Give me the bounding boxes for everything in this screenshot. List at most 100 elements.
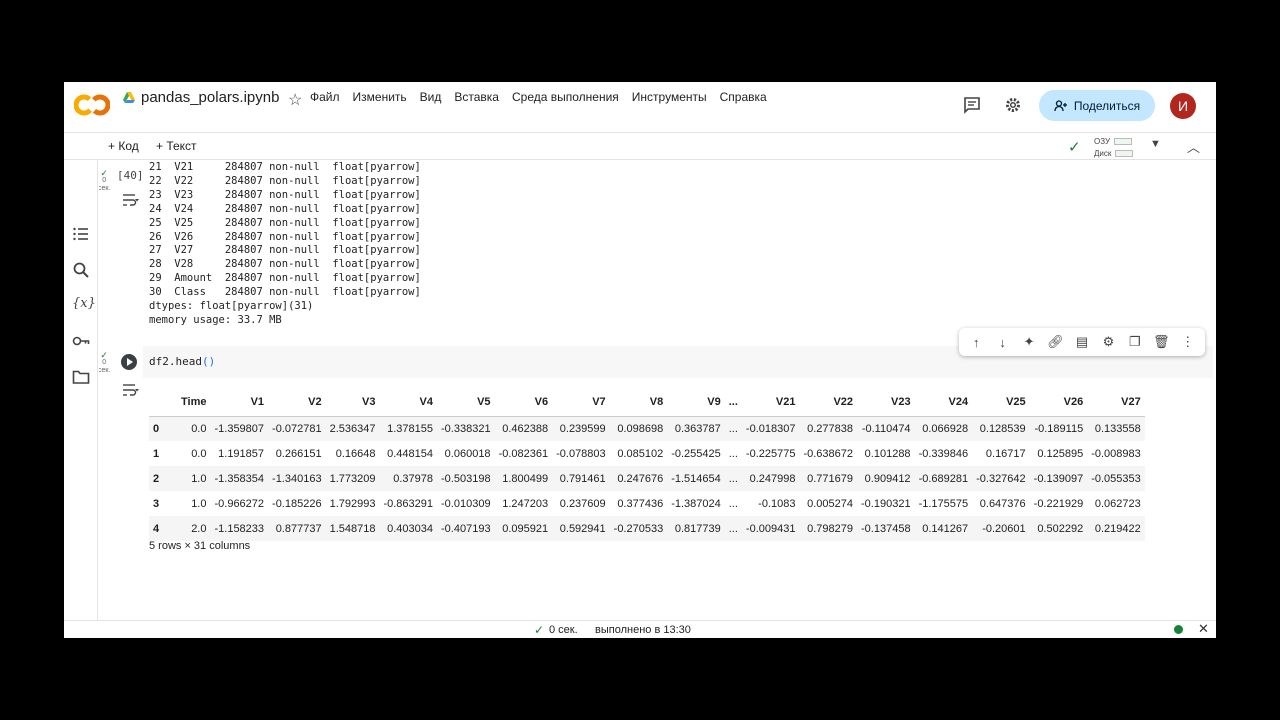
gemini-sparkle-icon[interactable]: ✦ <box>1019 334 1039 350</box>
menu-help[interactable]: Справка <box>720 90 767 104</box>
table-of-contents-icon[interactable] <box>72 225 90 243</box>
status-check-icon: ✓ <box>534 623 545 637</box>
add-code-button[interactable]: + Код <box>108 139 139 153</box>
table-cell: 0.005274 <box>807 497 854 510</box>
column-header: V9 <box>667 388 725 417</box>
table-cell: 0.239599 <box>552 416 610 441</box>
cell1-exec-time: 0 <box>102 177 107 184</box>
table-cell: 0.277838 <box>799 416 858 441</box>
table-cell: -1.359807 <box>210 416 269 441</box>
table-cell: -0.255425 <box>671 447 721 460</box>
table-cell: 0.0 <box>191 447 207 460</box>
ram-bar <box>1114 138 1133 146</box>
status-exec-time: 0 сек. <box>549 624 578 636</box>
close-icon[interactable]: ✕ <box>1198 621 1209 637</box>
menu-runtime[interactable]: Среда выполнения <box>512 90 619 104</box>
table-cell: -0.190321 <box>861 497 911 510</box>
table-cell: 0.592941 <box>552 516 610 541</box>
move-up-icon[interactable]: ↑ <box>966 335 986 350</box>
disk-bar <box>1115 150 1134 158</box>
dataframe-table: Time V1 V2 V3 V4 V5 V6 V7 V8 V9... V21 V22 V23 V24 V25… <box>149 388 1145 541</box>
menu-insert[interactable]: Вставка <box>454 90 499 104</box>
table-cell: -0.139097 <box>1029 466 1088 491</box>
notebook-content: ✓ 0 сек. [40] 21 V21 284807 non-null flo… <box>99 160 1216 620</box>
table-cell: 0.16717 <box>985 447 1026 460</box>
table-cell: -0.185226 <box>272 497 322 510</box>
star-icon[interactable]: ☆ <box>288 90 302 110</box>
table-cell: 0.266151 <box>275 447 322 460</box>
add-text-button[interactable]: + Текст <box>156 139 197 153</box>
table-cell: -0.339846 <box>918 447 969 460</box>
colab-window: pandas_polars.ipynb ☆ Файл Изменить Вид … <box>64 82 1216 638</box>
table-cell: -0.225775 <box>745 447 796 460</box>
code-method: .head <box>168 355 202 368</box>
menu-view[interactable]: Вид <box>420 90 442 104</box>
cell2-code[interactable]: df2.head() <box>149 355 215 368</box>
cell1-exec-unit: сек. <box>99 185 111 192</box>
variables-icon[interactable]: {x} <box>72 296 96 314</box>
settings-icon[interactable] <box>1004 96 1022 114</box>
table-cell: -0.407193 <box>437 516 495 541</box>
row-index: 3 <box>153 497 160 510</box>
cell2-exec-unit: сек. <box>99 367 111 374</box>
table-cell: 2.536347 <box>325 416 380 441</box>
avatar[interactable]: И <box>1170 93 1196 119</box>
table-cell: 0.062723 <box>1094 497 1141 510</box>
link-icon[interactable]: 🔗︎ <box>1046 334 1066 350</box>
table-cell: 0.133558 <box>1087 416 1145 441</box>
column-header: V3 <box>325 388 380 417</box>
share-button[interactable]: Поделиться <box>1039 90 1155 121</box>
row-index: 0 <box>149 416 177 441</box>
table-cell: 0.877737 <box>268 516 326 541</box>
table-cell: -0.270533 <box>609 516 668 541</box>
table-cell: -0.189115 <box>1029 416 1088 441</box>
table-cell: 0.798279 <box>799 516 858 541</box>
output-actions-icon[interactable] <box>120 382 140 398</box>
search-icon[interactable] <box>72 261 90 279</box>
delete-icon[interactable]: 🗑︎ <box>1151 334 1171 350</box>
more-options-icon[interactable]: ⋮ <box>1178 334 1198 350</box>
resources-indicator[interactable]: ОЗУ Диск <box>1094 136 1134 160</box>
row-index: 1 <box>153 447 160 460</box>
connection-status-dot <box>1174 625 1183 634</box>
notebook-title[interactable]: pandas_polars.ipynb <box>141 89 279 106</box>
menu-edit[interactable]: Изменить <box>353 90 407 104</box>
cell-toolbar: ↑ ↓ ✦ 🔗︎ ▤ ⚙ ❐ 🗑︎ ⋮ <box>959 328 1205 356</box>
table-cell: -0.072781 <box>268 416 326 441</box>
table-cell: -1.514654 <box>667 466 725 491</box>
output-actions-icon[interactable] <box>120 192 140 208</box>
notebook-toolbar: + Код + Текст ✓ ОЗУ Диск ▼ ︿ <box>64 132 1216 160</box>
cell1-exec-count: [40] <box>117 169 144 182</box>
column-header: ... <box>724 388 742 417</box>
menu-file[interactable]: Файл <box>310 90 340 104</box>
caret-down-icon[interactable]: ▼ <box>1150 138 1161 150</box>
settings-icon[interactable]: ⚙ <box>1098 334 1118 350</box>
status-completed: выполнено в 13:30 <box>595 624 691 636</box>
column-header: V26 <box>1029 388 1088 417</box>
table-cell: 0.909412 <box>857 466 915 491</box>
column-header: V21 <box>741 388 800 417</box>
folder-icon[interactable] <box>72 368 90 386</box>
drive-icon <box>123 92 135 103</box>
table-cell: ... <box>724 516 742 541</box>
menu-bar: Файл Изменить Вид Вставка Среда выполнен… <box>310 90 767 104</box>
mirror-cell-icon[interactable]: ❐ <box>1125 334 1145 350</box>
table-cell: 0.098698 <box>609 416 668 441</box>
table-cell: ... <box>728 497 738 510</box>
table-cell: -0.689281 <box>914 466 973 491</box>
comments-icon[interactable] <box>963 96 981 114</box>
comment-icon[interactable]: ▤ <box>1072 334 1092 350</box>
table-cell: 0.219422 <box>1087 516 1145 541</box>
table-cell: 0.125895 <box>1037 447 1084 460</box>
table-cell: 1.0 <box>191 497 207 510</box>
column-header: V24 <box>914 388 973 417</box>
move-down-icon[interactable]: ↓ <box>993 335 1013 350</box>
chevron-up-icon[interactable]: ︿ <box>1187 137 1200 156</box>
key-icon[interactable] <box>72 332 90 350</box>
colab-logo[interactable] <box>74 92 110 118</box>
table-cell: 0.377436 <box>617 497 664 510</box>
row-index: 2 <box>149 466 177 491</box>
table-cell: 1.191857 <box>218 447 265 460</box>
menu-tools[interactable]: Инструменты <box>632 90 707 104</box>
run-cell-button[interactable] <box>121 354 137 370</box>
